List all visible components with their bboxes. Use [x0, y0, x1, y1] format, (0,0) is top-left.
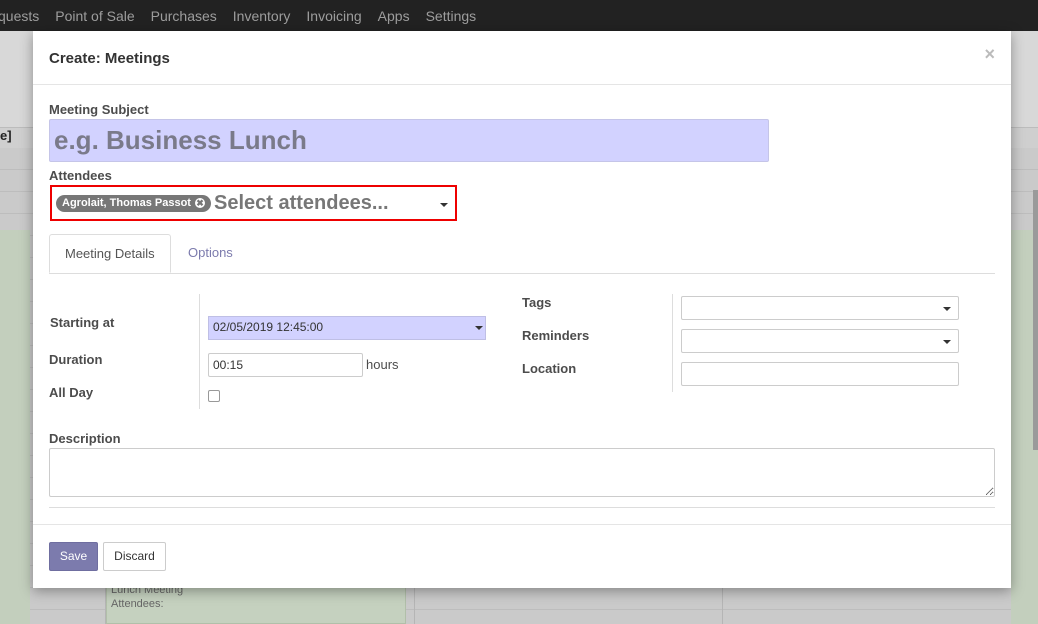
starting-at-datetime-field[interactable]: 02/05/2019 12:45:00	[208, 316, 486, 340]
starting-at-label: Starting at	[50, 315, 115, 330]
attendees-label: Attendees	[49, 168, 112, 183]
tab-options[interactable]: Options	[173, 234, 248, 273]
tags-label: Tags	[522, 295, 552, 310]
dialog-title: Create: Meetings	[49, 50, 170, 67]
starting-at-value: 02/05/2019 12:45:00	[213, 320, 324, 334]
all-day-checkbox[interactable]	[208, 390, 220, 402]
divider	[49, 507, 995, 508]
dialog-header: Create: Meetings ×	[33, 31, 1011, 85]
reminders-label: Reminders	[522, 328, 590, 343]
footer-divider	[33, 524, 1011, 525]
background-scrollbar[interactable]	[1033, 190, 1038, 450]
all-day-label: All Day	[49, 385, 94, 400]
save-button[interactable]: Save	[49, 542, 98, 571]
meeting-subject-label: Meeting Subject	[49, 102, 149, 117]
nav-item-purchases[interactable]: Purchases	[151, 8, 217, 24]
top-navbar: quests Point of Sale Purchases Inventory…	[0, 0, 1038, 31]
description-textarea[interactable]	[49, 448, 995, 497]
nav-item-settings[interactable]: Settings	[426, 8, 477, 24]
duration-label: Duration	[49, 352, 103, 367]
chevron-down-icon[interactable]	[475, 326, 483, 330]
description-label: Description	[49, 431, 121, 446]
discard-button[interactable]: Discard	[103, 542, 166, 571]
attendee-tag-label: Agrolait, Thomas Passot	[62, 196, 191, 209]
chevron-down-icon[interactable]	[943, 307, 951, 311]
meeting-subject-input[interactable]	[49, 119, 769, 162]
reminders-select[interactable]	[681, 329, 959, 353]
event-attendees: Attendees:	[111, 598, 164, 610]
tab-meeting-details[interactable]: Meeting Details	[49, 234, 171, 273]
chevron-down-icon[interactable]	[943, 340, 951, 344]
nav-item-requests[interactable]: quests	[0, 8, 39, 24]
field-separator	[199, 294, 200, 409]
nav-item-apps[interactable]: Apps	[378, 8, 410, 24]
close-icon[interactable]: ×	[984, 44, 995, 65]
remove-tag-icon[interactable]: ✖	[194, 198, 205, 208]
create-meeting-dialog: Create: Meetings × Meeting Subject Atten…	[33, 31, 1011, 588]
location-input[interactable]	[681, 362, 959, 386]
duration-unit: hours	[366, 357, 399, 372]
notebook-tabs: Meeting Details Options	[49, 234, 995, 274]
background-calendar-day	[0, 230, 30, 624]
attendees-field[interactable]: Agrolait, Thomas Passot ✖	[50, 185, 457, 221]
tags-select[interactable]	[681, 296, 959, 320]
background-label: e]	[0, 128, 12, 143]
duration-input[interactable]	[208, 353, 363, 377]
nav-item-inventory[interactable]: Inventory	[233, 8, 291, 24]
field-separator	[672, 294, 673, 392]
chevron-down-icon[interactable]	[440, 203, 448, 207]
nav-item-invoicing[interactable]: Invoicing	[306, 8, 361, 24]
nav-item-point-of-sale[interactable]: Point of Sale	[55, 8, 134, 24]
location-label: Location	[522, 361, 577, 376]
attendee-tag: Agrolait, Thomas Passot ✖	[56, 194, 211, 212]
attendees-search-input[interactable]	[213, 191, 424, 215]
